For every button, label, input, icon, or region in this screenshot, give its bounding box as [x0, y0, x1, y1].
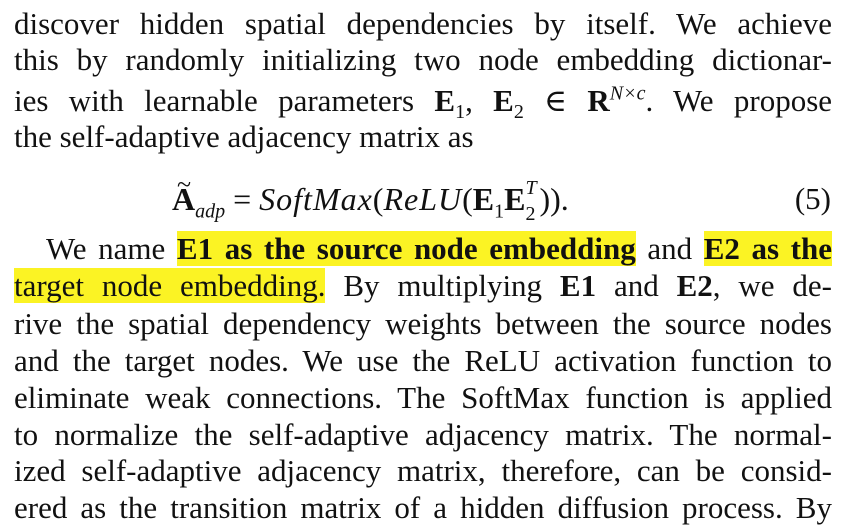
- text-span: discover hidden spatial dependencies by …: [14, 6, 832, 41]
- math-paren: (: [372, 181, 384, 217]
- text-line: target node embedding. By multiplying E1…: [14, 268, 832, 304]
- math-paren: (: [462, 181, 473, 217]
- text-line: ized self-adaptive adjacency matrix, the…: [14, 453, 832, 489]
- math-function: ReLU: [383, 181, 463, 217]
- highlight: E2 as the: [703, 231, 832, 266]
- text-span: rive the spatial dependency weights betw…: [14, 306, 832, 341]
- text-line: the self-adaptive adjacency matrix as: [14, 119, 832, 155]
- text-span: eliminate weak connections. The SoftMax …: [14, 380, 832, 415]
- text-line: and the target nodes. We use the ReLU ac…: [14, 343, 832, 379]
- paper-page: discover hidden spatial dependencies by …: [0, 0, 848, 525]
- math-symbol: ~ A: [172, 170, 195, 221]
- text-span: ,: [465, 83, 494, 118]
- equation-block: ~ Aadp = SoftMax(ReLU(E1E T 2)). (5): [0, 170, 848, 225]
- tilde-accent: ~: [177, 170, 192, 199]
- highlighted-text: E2 as the: [703, 231, 832, 266]
- math-subscript: 2: [513, 101, 524, 119]
- text-span: ized self-adaptive adjacency matrix, the…: [14, 453, 832, 488]
- math-symbol: E: [493, 83, 514, 118]
- text-span: the self-adaptive adjacency matrix as: [14, 119, 474, 154]
- math-superscript: N×c: [609, 83, 646, 105]
- math-script-stack: T2: [525, 177, 537, 225]
- text-span: . We propose: [645, 83, 832, 118]
- text-span: ered as the transition matrix of a hidde…: [14, 490, 832, 525]
- text-span: and the target nodes. We use the ReLU ac…: [14, 343, 832, 378]
- text-line: this by randomly initializing two node e…: [14, 42, 832, 78]
- math-paren: )).: [539, 181, 569, 217]
- text-span: this by randomly initializing two node e…: [14, 42, 832, 77]
- math-subscript: 1: [494, 200, 505, 223]
- math-symbol: E2: [676, 268, 713, 303]
- text-line: to normalize the self-adaptive adjacency…: [14, 417, 832, 453]
- text-span: ies with learnable parameters: [14, 83, 435, 118]
- text-line: discover hidden spatial dependencies by …: [14, 6, 832, 42]
- math-symbol: E: [434, 83, 456, 118]
- text-line: rive the spatial dependency weights betw…: [14, 306, 832, 342]
- text-line: ered as the transition matrix of a hidde…: [14, 490, 832, 526]
- math-subscript: adp: [195, 200, 226, 223]
- text-line: eliminate weak connections. The SoftMax …: [14, 380, 832, 416]
- text-span: and: [596, 268, 677, 303]
- equation-number: (5): [794, 181, 831, 216]
- highlighted-text: E1 as the source node embedding: [176, 231, 636, 266]
- text-span: We name: [46, 231, 177, 266]
- highlight: E1 as the source node embedding: [176, 231, 636, 266]
- equation: ~ Aadp = SoftMax(ReLU(E1E T 2)).: [172, 170, 569, 225]
- text-span: , we de-: [712, 268, 832, 303]
- math-symbol: E: [472, 181, 495, 217]
- math-function: SoftMax: [259, 181, 373, 217]
- text-span: to normalize the self-adaptive adjacency…: [14, 417, 832, 452]
- text-span: By multiplying: [325, 268, 560, 303]
- text-line-with-math: ies with learnable parameters E1, E2 ∈ R…: [14, 83, 832, 119]
- text-span: and: [635, 231, 704, 266]
- math-subscript: 1: [455, 101, 466, 119]
- math-symbol: E1: [559, 268, 597, 303]
- math-symbol: E: [504, 181, 526, 217]
- highlighted-text: target node embedding.: [14, 268, 326, 303]
- math-operator: ∈: [523, 83, 588, 118]
- math-symbol: R: [587, 83, 610, 118]
- math-operator: =: [225, 181, 260, 217]
- text-line: We name E1 as the source node embedding …: [46, 231, 832, 267]
